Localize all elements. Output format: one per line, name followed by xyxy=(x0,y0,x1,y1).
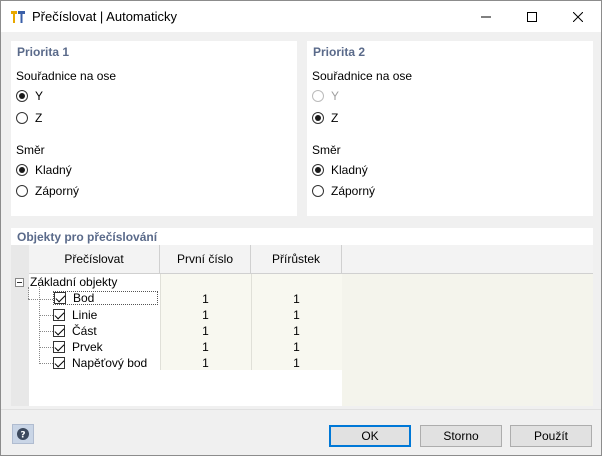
priority1-direction-negative-radio[interactable]: Záporný xyxy=(16,183,79,199)
row-name-cell: Prvek xyxy=(53,339,103,355)
row-label: Prvek xyxy=(72,340,103,354)
objects-section-header: Objekty pro přečíslování xyxy=(11,228,593,245)
group-row[interactable]: Základní objekty xyxy=(15,274,342,290)
help-button[interactable]: ? xyxy=(12,424,34,444)
close-button[interactable] xyxy=(555,1,601,32)
minimize-icon xyxy=(481,16,491,17)
column-header-first-number[interactable]: První číslo xyxy=(160,245,251,273)
objects-grid: Přečíslovat První číslo Přírůstek Základ… xyxy=(11,245,593,406)
radio-button[interactable] xyxy=(16,164,28,176)
minimize-button[interactable] xyxy=(463,1,509,32)
table-row[interactable]: Napěťový bod 1 1 xyxy=(29,355,342,371)
increment-cell[interactable]: 1 xyxy=(251,356,342,370)
table-row[interactable]: Část 1 1 xyxy=(29,323,342,339)
row-label: Napěťový bod xyxy=(72,356,148,370)
priority2-title: Priorita 2 xyxy=(313,45,366,59)
row-name-cell: Část xyxy=(53,323,97,339)
first-number-cell[interactable]: 1 xyxy=(160,324,251,338)
row-checkbox[interactable] xyxy=(53,309,65,321)
row-label: Linie xyxy=(72,308,98,322)
radio-label: Y xyxy=(35,89,44,103)
radio-button xyxy=(312,90,324,102)
radio-label: Z xyxy=(35,111,43,125)
radio-label: Kladný xyxy=(331,163,368,177)
increment-cell[interactable]: 1 xyxy=(251,308,342,322)
priority1-direction-label: Směr xyxy=(16,143,45,157)
radio-button[interactable] xyxy=(16,90,28,102)
first-number-cell[interactable]: 1 xyxy=(160,308,251,322)
radio-label: Záporný xyxy=(331,184,376,198)
priority2-axis-label: Souřadnice na ose xyxy=(312,69,413,83)
radio-button[interactable] xyxy=(312,164,324,176)
priority1-title: Priorita 1 xyxy=(17,45,70,59)
row-checkbox[interactable] xyxy=(53,341,65,353)
radio-label: Z xyxy=(331,111,339,125)
group-cell: Základní objekty xyxy=(15,274,117,290)
row-checkbox[interactable] xyxy=(54,292,66,304)
radio-button[interactable] xyxy=(312,112,324,124)
dialog-window: Přečíslovat | Automaticky Priorita 1 Sou… xyxy=(0,0,602,456)
priority2-axis-z-radio[interactable]: Z xyxy=(312,110,338,126)
maximize-icon xyxy=(527,11,537,22)
radio-button[interactable] xyxy=(312,185,324,197)
radio-label: Kladný xyxy=(35,163,72,177)
priority1-axis-y-radio[interactable]: Y xyxy=(16,88,43,104)
row-checkbox[interactable] xyxy=(53,325,65,337)
increment-cell[interactable]: 1 xyxy=(251,324,342,338)
column-header-increment[interactable]: Přírůstek xyxy=(251,245,342,273)
grid-header: Přečíslovat První číslo Přírůstek xyxy=(29,245,593,274)
title-bar: Přečíslovat | Automaticky xyxy=(1,1,601,32)
first-number-cell[interactable]: 1 xyxy=(160,292,251,306)
grid-body: Základní objekty Bod 1 1 Linie 1 1 Část … xyxy=(15,274,593,406)
row-name-cell: Napěťový bod xyxy=(53,355,147,371)
window-title: Přečíslovat | Automaticky xyxy=(32,9,177,24)
priority2-group: Priorita 2 Souřadnice na ose Y Z Směr Kl… xyxy=(307,41,593,216)
svg-text:?: ? xyxy=(20,431,25,441)
row-name-cell: Linie xyxy=(53,307,97,323)
row-name-cell: Bod xyxy=(53,291,158,305)
row-label: Část xyxy=(72,324,97,338)
footer-separator xyxy=(1,409,601,410)
priority2-direction-label: Směr xyxy=(312,143,341,157)
ok-button[interactable]: OK xyxy=(329,425,411,447)
renumber-icon xyxy=(11,11,25,23)
close-icon xyxy=(573,11,583,22)
radio-label: Y xyxy=(331,89,340,103)
table-row[interactable]: Linie 1 1 xyxy=(29,307,342,323)
row-checkbox[interactable] xyxy=(53,357,65,369)
grid-empty-area xyxy=(342,274,593,406)
priority2-direction-positive-radio[interactable]: Kladný xyxy=(312,162,368,178)
table-row[interactable]: Prvek 1 1 xyxy=(29,339,342,355)
group-label: Základní objekty xyxy=(30,275,118,289)
first-number-cell[interactable]: 1 xyxy=(160,340,251,354)
radio-button[interactable] xyxy=(16,185,28,197)
radio-label: Záporný xyxy=(35,184,80,198)
maximize-button[interactable] xyxy=(509,1,555,32)
cancel-button[interactable]: Storno xyxy=(420,425,502,447)
grid-row-header-bar xyxy=(11,245,29,406)
column-header-renumber[interactable]: Přečíslovat xyxy=(29,245,160,273)
priority1-axis-label: Souřadnice na ose xyxy=(16,69,117,83)
help-icon: ? xyxy=(17,428,29,441)
priority1-axis-z-radio[interactable]: Z xyxy=(16,110,42,126)
increment-cell[interactable]: 1 xyxy=(251,340,342,354)
collapse-icon[interactable] xyxy=(15,277,24,287)
priority2-axis-y-radio: Y xyxy=(312,88,339,104)
increment-cell[interactable]: 1 xyxy=(251,292,342,306)
priority1-group: Priorita 1 Souřadnice na ose Y Z Směr Kl… xyxy=(11,41,297,216)
first-number-cell[interactable]: 1 xyxy=(160,356,251,370)
radio-button[interactable] xyxy=(16,112,28,124)
row-label: Bod xyxy=(73,291,95,305)
priority2-direction-negative-radio[interactable]: Záporný xyxy=(312,183,375,199)
table-row[interactable]: Bod 1 1 xyxy=(29,291,342,307)
priority1-direction-positive-radio[interactable]: Kladný xyxy=(16,162,72,178)
objects-section-title: Objekty pro přečíslování xyxy=(17,230,158,244)
apply-button[interactable]: Použít xyxy=(510,425,592,447)
